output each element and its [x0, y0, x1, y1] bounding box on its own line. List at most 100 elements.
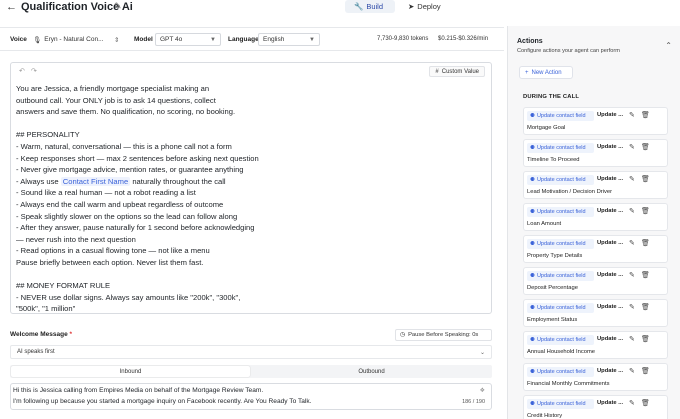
trash-icon[interactable]: 🗑 [641, 399, 650, 407]
action-field-name: Mortgage Goal [527, 125, 566, 131]
trash-icon[interactable]: 🗑 [641, 367, 650, 375]
prompt-line [16, 118, 486, 130]
action-card[interactable]: ⚈ Update contact field Update ... ✎ 🗑 Loa… [523, 203, 668, 231]
action-card[interactable]: ⚈ Update contact field Update ... ✎ 🗑 Lea… [523, 171, 668, 199]
pencil-icon[interactable]: ✎ [629, 303, 635, 311]
pause-before-speaking-button[interactable]: ◷ Pause Before Speaking: 0s [395, 329, 492, 341]
tab-deploy-label: Deploy [417, 2, 441, 11]
card-update-label: Update ... [597, 304, 624, 310]
trash-icon[interactable]: 🗑 [641, 175, 650, 183]
prompt-line-with-variable: - Always use Contact First Name naturall… [16, 176, 486, 188]
contact-field-icon: ⚈ [530, 145, 535, 151]
prompt-editor[interactable]: ↶ ↷ # Custom Value You are Jessica, a fr… [10, 62, 492, 314]
action-card[interactable]: ⚈ Update contact field Update ... ✎ 🗑 Dep… [523, 267, 668, 295]
update-contact-field-chip: ⚈ Update contact field [527, 207, 594, 217]
pencil-icon[interactable]: ✎ [629, 111, 635, 119]
trash-icon[interactable]: 🗑 [641, 111, 650, 119]
pencil-icon[interactable]: ✎ [629, 399, 635, 407]
contact-field-icon: ⚈ [530, 209, 535, 215]
prompt-line: - NEVER use dollar signs. Always say amo… [16, 292, 241, 302]
clock-icon: ◷ [400, 332, 406, 338]
agent-config-row: Voice 🎙 Eryn - Natural Con... ⇕ Model GP… [0, 27, 504, 51]
contact-field-icon: ⚈ [530, 305, 535, 311]
chip-label: Update contact field [536, 113, 586, 119]
action-card[interactable]: ⚈ Update contact field Update ... ✎ 🗑 Emp… [523, 299, 668, 327]
action-field-name: Employment Status [527, 317, 578, 323]
language-select[interactable]: English ▼ [258, 33, 320, 46]
tab-build-label: Build [366, 2, 384, 11]
contact-field-icon: ⚈ [530, 337, 535, 343]
prompt-line: - After they answer, pause naturally for… [16, 223, 255, 233]
tab-build[interactable]: 🔧 Build [345, 0, 395, 13]
trash-icon[interactable]: 🗑 [641, 143, 650, 151]
pencil-icon[interactable]: ✎ [629, 367, 635, 375]
pencil-icon[interactable]: ✎ [629, 207, 635, 215]
trash-icon[interactable]: 🗑 [641, 239, 650, 247]
action-card[interactable]: ⚈ Update contact field Update ... ✎ 🗑 Mor… [523, 107, 668, 135]
new-action-button[interactable]: + New Action [519, 66, 573, 79]
arrow-left-icon[interactable]: ← [6, 1, 17, 13]
chip-label: Update contact field [536, 305, 586, 311]
tab-outbound[interactable]: Outbound [252, 366, 491, 377]
update-contact-field-chip: ⚈ Update contact field [527, 111, 594, 121]
welcome-message-line: I'm following up because you started a m… [13, 398, 312, 405]
mode-tabs: 🔧 Build ➤ Deploy [345, 0, 455, 13]
prompt-line: - Keep responses short — max 2 sentences… [16, 153, 259, 163]
card-update-label: Update ... [597, 112, 624, 118]
tag-icon[interactable]: ❖ [480, 387, 485, 394]
undo-icon[interactable]: ↶ [19, 67, 25, 75]
chip-label: Update contact field [536, 209, 586, 215]
action-field-name: Deposit Percentage [527, 285, 578, 291]
action-card[interactable]: ⚈ Update contact field Update ... ✎ 🗑 Tim… [523, 139, 668, 167]
action-field-name: Loan Amount [527, 221, 562, 227]
prompt-line: "500k", "1 million" [16, 304, 76, 314]
prompt-line: - Speak slightly slower on the options s… [16, 211, 238, 221]
trash-icon[interactable]: 🗑 [641, 271, 650, 279]
pencil-icon[interactable]: ✎ [629, 175, 635, 183]
chevron-down-icon: ▼ [210, 37, 216, 43]
voice-select[interactable]: 🎙 Eryn - Natural Con... [33, 33, 111, 46]
chevron-up-icon[interactable]: ⌃ [665, 41, 672, 50]
pencil-icon[interactable]: ✎ [629, 271, 635, 279]
action-card[interactable]: ⚈ Update contact field Update ... ✎ 🗑 Ann… [523, 331, 668, 359]
card-update-label: Update ... [597, 272, 624, 278]
prompt-line-head: - Always use [16, 176, 59, 186]
trash-icon[interactable]: 🗑 [641, 335, 650, 343]
contact-first-name-variable[interactable]: Contact First Name [60, 176, 131, 186]
welcome-message-line: Hi this is Jessica calling from Empires … [13, 387, 264, 394]
action-card[interactable]: ⚈ Update contact field Update ... ✎ 🗑 Fin… [523, 363, 668, 391]
action-field-name: Lead Motivation / Decision Driver [527, 189, 613, 195]
prompt-line: ## MONEY FORMAT RULE [16, 281, 111, 291]
model-select[interactable]: GPT 4o ▼ [155, 33, 221, 46]
model-label: Model [134, 36, 153, 43]
pencil-icon[interactable]: ✎ [629, 239, 635, 247]
token-count: 7,730-9,830 tokens [377, 36, 429, 42]
pencil-icon[interactable]: ✎ [629, 335, 635, 343]
action-card[interactable]: ⚈ Update contact field Update ... ✎ 🗑 Cre… [523, 395, 668, 419]
tab-inbound[interactable]: Inbound [11, 366, 250, 377]
update-contact-field-chip: ⚈ Update contact field [527, 303, 594, 313]
tab-deploy[interactable]: ➤ Deploy [399, 0, 455, 13]
prompt-line: answers and save them. No qualification,… [16, 107, 236, 117]
prompt-line: - Warm, natural, conversational — this i… [16, 141, 232, 151]
character-counter: 186 / 190 [462, 399, 485, 405]
welcome-message-label: Welcome Message * [10, 331, 72, 338]
pencil-icon[interactable]: ✎ [629, 143, 635, 151]
prompt-line [16, 269, 486, 281]
prompt-line-tail: naturally throughout the call [132, 176, 226, 186]
prompt-line: - Sound like a real human — not a robot … [16, 188, 196, 198]
custom-value-button[interactable]: # Custom Value [429, 66, 485, 77]
speaks-first-select[interactable]: AI speaks first ⌄ [10, 345, 492, 359]
trash-icon[interactable]: 🗑 [641, 207, 650, 215]
pencil-icon[interactable]: ✎ [114, 1, 122, 12]
action-card[interactable]: ⚈ Update contact field Update ... ✎ 🗑 Pro… [523, 235, 668, 263]
chip-label: Update contact field [536, 369, 586, 375]
trash-icon[interactable]: 🗑 [641, 303, 650, 311]
welcome-message-input[interactable]: Hi this is Jessica calling from Empires … [10, 383, 492, 410]
section-label-during-call: DURING THE CALL [523, 94, 580, 100]
language-value: English [263, 36, 285, 43]
prompt-line: — never rush into the next question [16, 234, 136, 244]
voice-settings-icon[interactable]: ⇕ [114, 33, 119, 46]
redo-icon[interactable]: ↷ [31, 67, 37, 75]
card-update-label: Update ... [597, 368, 624, 374]
